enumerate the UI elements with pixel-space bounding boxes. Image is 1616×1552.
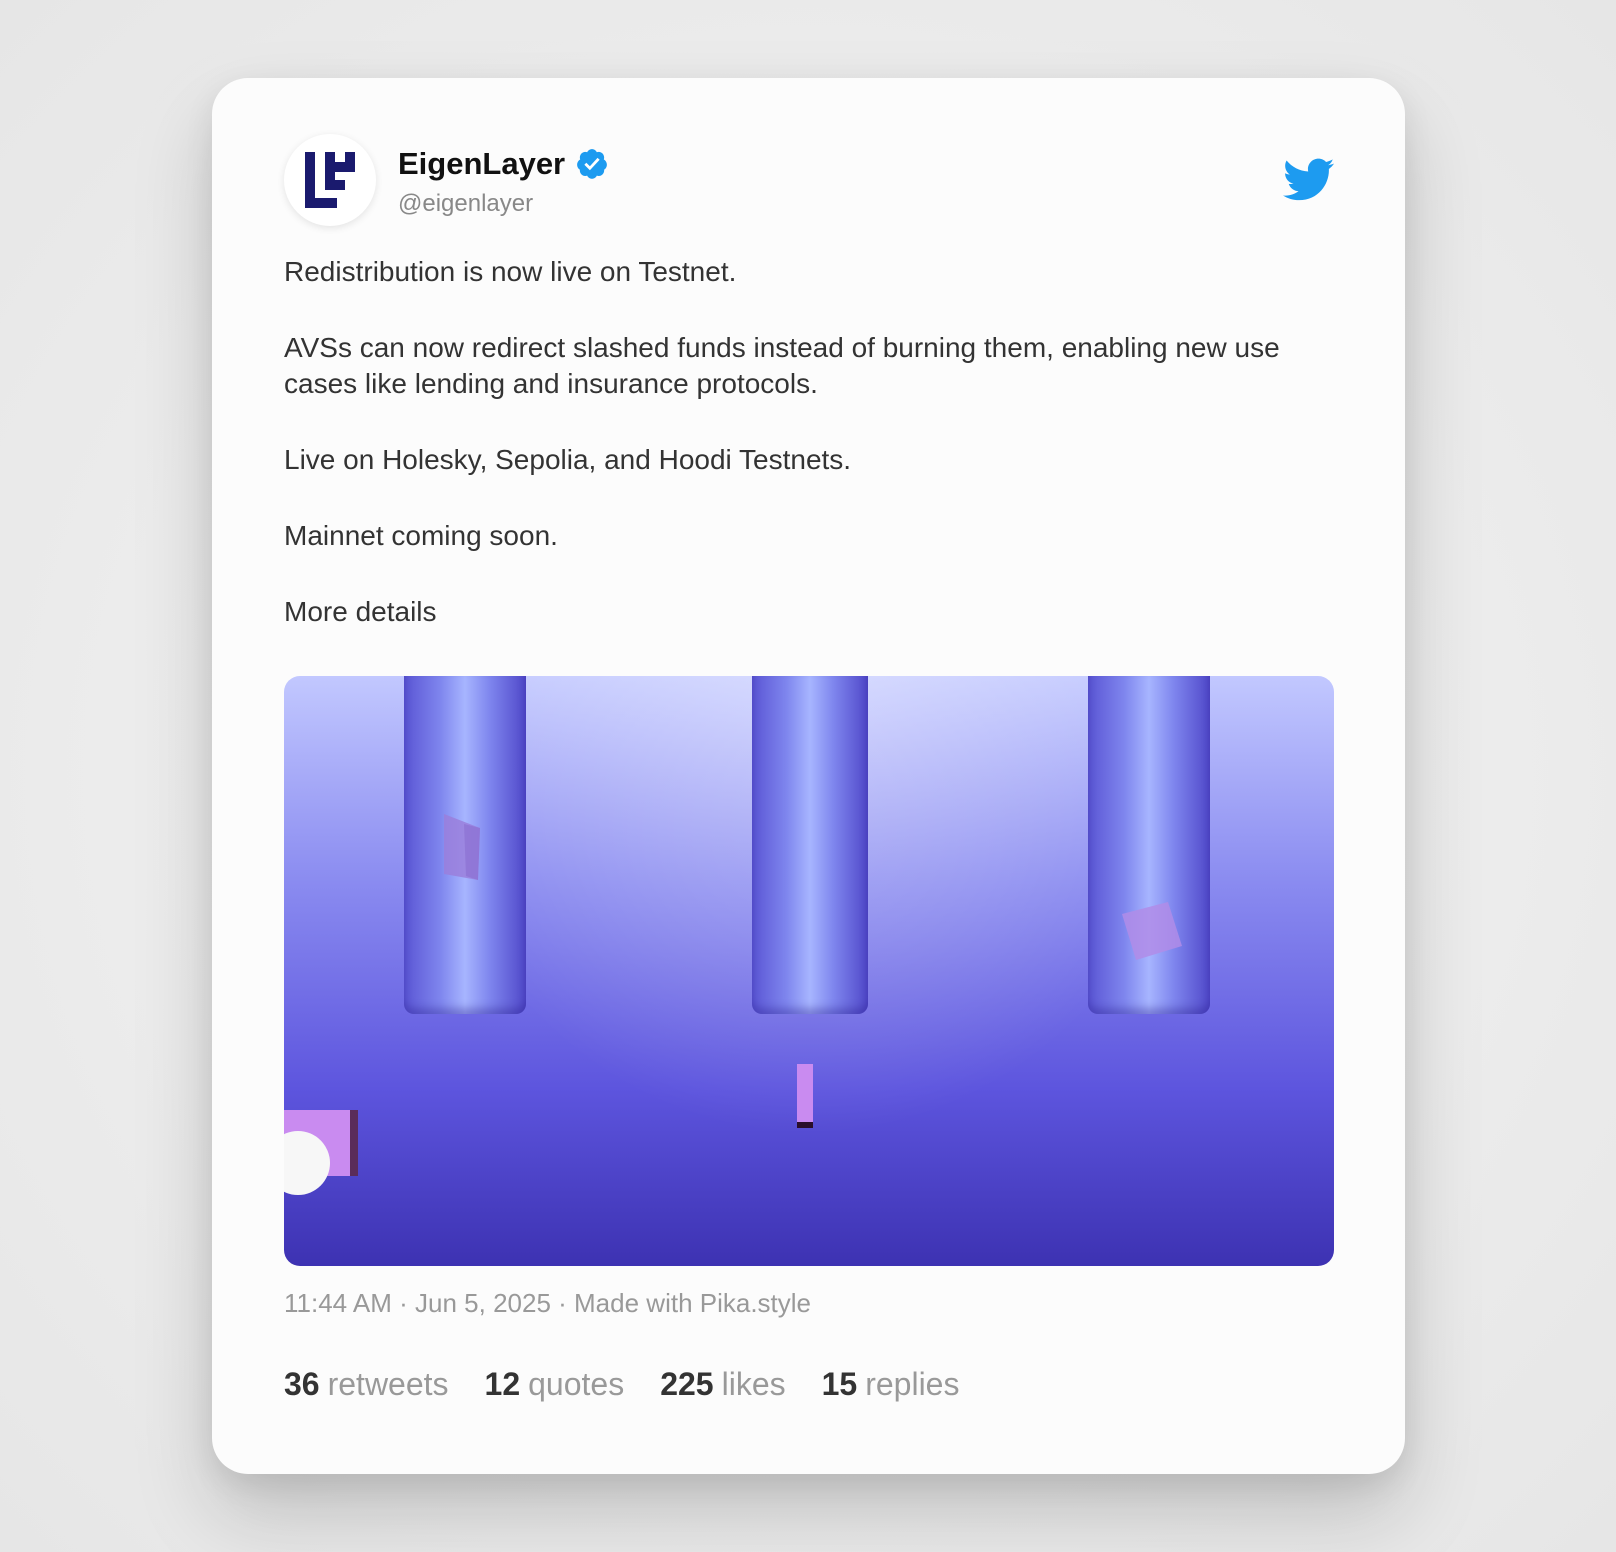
- stat-label: likes: [721, 1366, 786, 1402]
- small-bar-base: [797, 1122, 813, 1128]
- tweet-line: Redistribution is now live on Testnet.: [284, 256, 737, 287]
- tweet-line: Live on Holesky, Sepolia, and Hoodi Test…: [284, 444, 852, 475]
- stat-label: replies: [865, 1366, 960, 1402]
- tweet-line: AVSs can now redirect slashed funds inst…: [284, 332, 1280, 399]
- media-shapes: [284, 814, 1182, 1195]
- stat-replies[interactable]: 15 replies: [822, 1366, 960, 1403]
- cube-in-left-pillar-side: [464, 824, 480, 880]
- author-handle[interactable]: @eigenlayer: [398, 190, 533, 218]
- tweet-media-image[interactable]: [284, 676, 1334, 1266]
- stat-retweets[interactable]: 36 retweets: [284, 1366, 449, 1403]
- eigenlayer-logo-icon: [305, 152, 355, 208]
- stat-label: quotes: [528, 1366, 625, 1402]
- author-name[interactable]: EigenLayer: [398, 146, 609, 182]
- tweet-card: EigenLayer @eigenlayer Redistribution is…: [212, 78, 1405, 1474]
- tweet-line: Mainnet coming soon.: [284, 520, 558, 551]
- stat-label: retweets: [327, 1366, 449, 1402]
- avatar[interactable]: [284, 134, 376, 226]
- author-display-name[interactable]: EigenLayer: [398, 146, 565, 182]
- tweet-timestamp: 11:44 AM · Jun 5, 2025 · Made with Pika.…: [284, 1288, 812, 1318]
- small-bar: [797, 1064, 813, 1122]
- tweet-body: Redistribution is now live on Testnet. A…: [284, 254, 1344, 670]
- stat-count: 15: [821, 1366, 858, 1402]
- twitter-bird-icon[interactable]: [1283, 158, 1335, 202]
- cube-in-right-pillar: [1122, 902, 1182, 960]
- stat-count: 225: [660, 1366, 714, 1402]
- corner-block-shade: [350, 1110, 358, 1176]
- more-details-link[interactable]: More details: [284, 594, 1344, 630]
- stat-quotes[interactable]: 12 quotes: [485, 1366, 625, 1403]
- stat-count: 36: [284, 1366, 320, 1402]
- stat-count: 12: [484, 1366, 521, 1402]
- verified-badge-icon: [577, 149, 607, 179]
- stat-likes[interactable]: 225 likes: [660, 1366, 785, 1403]
- tweet-stats: 36 retweets 12 quotes 225 likes 15 repli…: [284, 1366, 959, 1403]
